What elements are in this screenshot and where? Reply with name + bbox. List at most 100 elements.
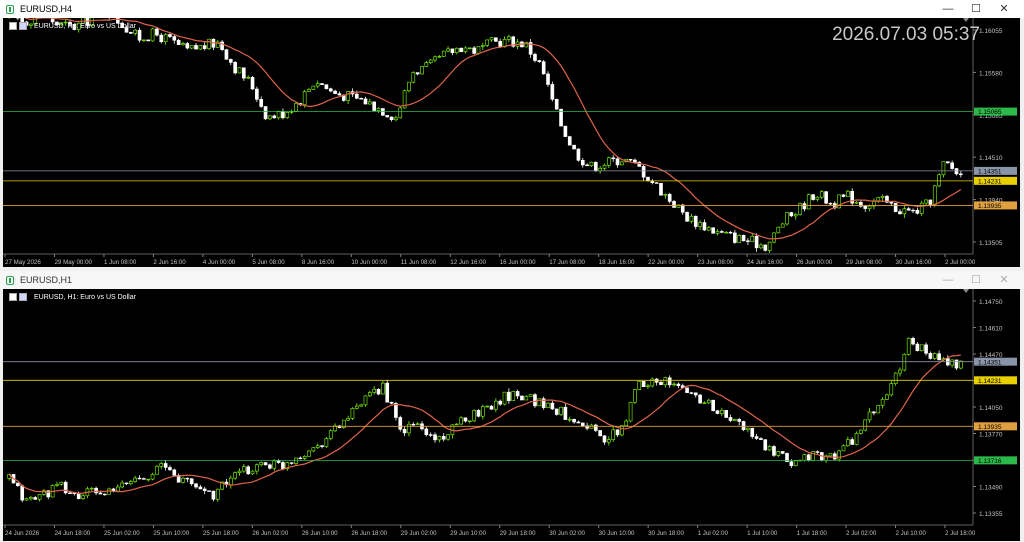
candle-body — [733, 232, 737, 243]
candle-body — [941, 161, 946, 176]
candle-body — [524, 396, 529, 401]
candle-body — [785, 212, 789, 225]
price-chart-h1[interactable]: 1.147501.146101.144701.141901.140501.137… — [3, 289, 1020, 541]
maximize-button[interactable]: ☐ — [962, 271, 990, 289]
candle-body — [307, 89, 311, 92]
candle-body — [485, 405, 489, 408]
candle-body — [142, 39, 146, 41]
candle-body — [272, 115, 277, 119]
candle-body — [659, 381, 663, 386]
candle-body — [467, 47, 472, 49]
candle-body — [250, 470, 255, 475]
minimize-button[interactable]: — — [934, 0, 962, 18]
window-titlebar[interactable]: EURUSD,H4 — ☐ ✕ — [0, 0, 1024, 18]
time-tick-label: 26 Jun 00:00 — [797, 259, 833, 266]
candle-body — [607, 157, 611, 166]
candle-body — [494, 400, 498, 410]
time-tick-label: 30 Jun 10:00 — [599, 530, 635, 537]
candle-body — [593, 161, 598, 172]
candle-body — [311, 447, 316, 452]
candle-body — [550, 84, 555, 100]
candle-body — [580, 159, 585, 166]
price-tick-label: 1.13355 — [979, 511, 1003, 518]
candle-body — [802, 454, 807, 461]
candle-body — [454, 47, 459, 53]
candle-body — [846, 190, 850, 197]
candle-body — [911, 337, 915, 345]
candle-body — [489, 405, 494, 410]
candle-body — [928, 352, 933, 359]
candle-body — [641, 380, 646, 387]
candle-body — [554, 98, 559, 110]
candle-body — [789, 212, 794, 217]
candle-body — [124, 482, 129, 485]
candle-body — [902, 353, 907, 371]
candle-body — [746, 427, 750, 431]
window-title: EURUSD,H1 — [20, 275, 73, 285]
candle-body — [628, 159, 633, 161]
candle-body — [228, 477, 233, 486]
candle-body — [59, 481, 64, 485]
close-button[interactable]: ✕ — [990, 0, 1018, 18]
price-tick-label: 1.13770 — [979, 432, 1003, 439]
candle-body — [824, 191, 828, 204]
time-tick-label: 29 Jun 08:00 — [846, 259, 882, 266]
candle-body — [298, 457, 303, 460]
chart-window-icon — [6, 4, 14, 14]
candle-body — [867, 205, 872, 209]
candle-body — [476, 410, 481, 417]
chart-window-icon — [6, 275, 14, 285]
candle-body — [102, 493, 107, 496]
candle-body — [363, 98, 368, 105]
candle-body — [259, 98, 264, 107]
close-button[interactable]: ✕ — [990, 271, 1018, 289]
candle-body — [376, 108, 381, 111]
candle-body — [420, 66, 424, 75]
window-titlebar[interactable]: EURUSD,H1 — ☐ ✕ — [0, 271, 1024, 289]
candle-body — [737, 419, 742, 422]
candle-body — [172, 36, 177, 41]
time-tick-label: 30 Jun 18:00 — [648, 530, 684, 537]
candle-body — [194, 45, 198, 50]
candle-body — [663, 377, 668, 386]
candlestick-chart-h1[interactable]: 1.147501.146101.144701.141901.140501.137… — [3, 289, 1020, 541]
chart-header: EURUSD, H4: Euro vs US Dollar — [9, 22, 136, 30]
candle-body — [363, 395, 368, 406]
candle-body — [832, 453, 837, 460]
price-chart-h4[interactable]: 1.16055 1.15580 1.15085 1.14510 1.13940 1.135… — [3, 18, 1020, 267]
price-level-label: 1.13935 — [978, 424, 1002, 431]
price-tick-label: 1.14510 — [979, 155, 1003, 162]
time-tick-label: 27 May 2026 — [5, 259, 41, 266]
candle-body — [242, 466, 246, 472]
candle-body — [224, 49, 229, 60]
candle-body — [389, 401, 394, 404]
chart-shift-marker — [963, 289, 969, 293]
window-title: EURUSD,H4 — [20, 4, 73, 14]
candle-body — [750, 235, 755, 242]
candle-body — [368, 392, 372, 397]
candle-body — [867, 411, 872, 421]
candle-body — [459, 47, 463, 53]
candle-body — [129, 31, 133, 34]
candle-body — [780, 223, 785, 228]
candle-body — [593, 424, 598, 431]
candle-body — [715, 410, 720, 414]
candle-body — [137, 477, 142, 480]
maximize-button[interactable]: ☐ — [962, 0, 990, 18]
candle-body — [693, 215, 698, 227]
candle-body — [328, 430, 333, 439]
time-tick-label: 23 Jun 08:00 — [698, 259, 734, 266]
minimize-button[interactable]: — — [934, 271, 962, 289]
candle-body — [263, 106, 268, 120]
candle-body — [507, 36, 511, 40]
candle-body — [146, 39, 151, 42]
candle-body — [172, 469, 177, 476]
candle-body — [641, 166, 646, 178]
candle-body — [863, 419, 868, 431]
time-tick-label: 1 Jul 18:00 — [797, 530, 828, 537]
chart-window-h1[interactable]: EURUSD,H1 — ☐ ✕ 1.14750 1.14610 1.14470 1.1… — [0, 271, 1024, 542]
chart-window-h4[interactable]: EURUSD,H4 — ☐ ✕ 1.16055 1.15580 1.15085 1.1… — [0, 0, 1024, 267]
candle-body — [411, 423, 416, 426]
candle-body — [407, 423, 411, 434]
candlestick-chart-h4[interactable]: 1.160551.155801.150851.145101.139401.135… — [3, 18, 1020, 267]
